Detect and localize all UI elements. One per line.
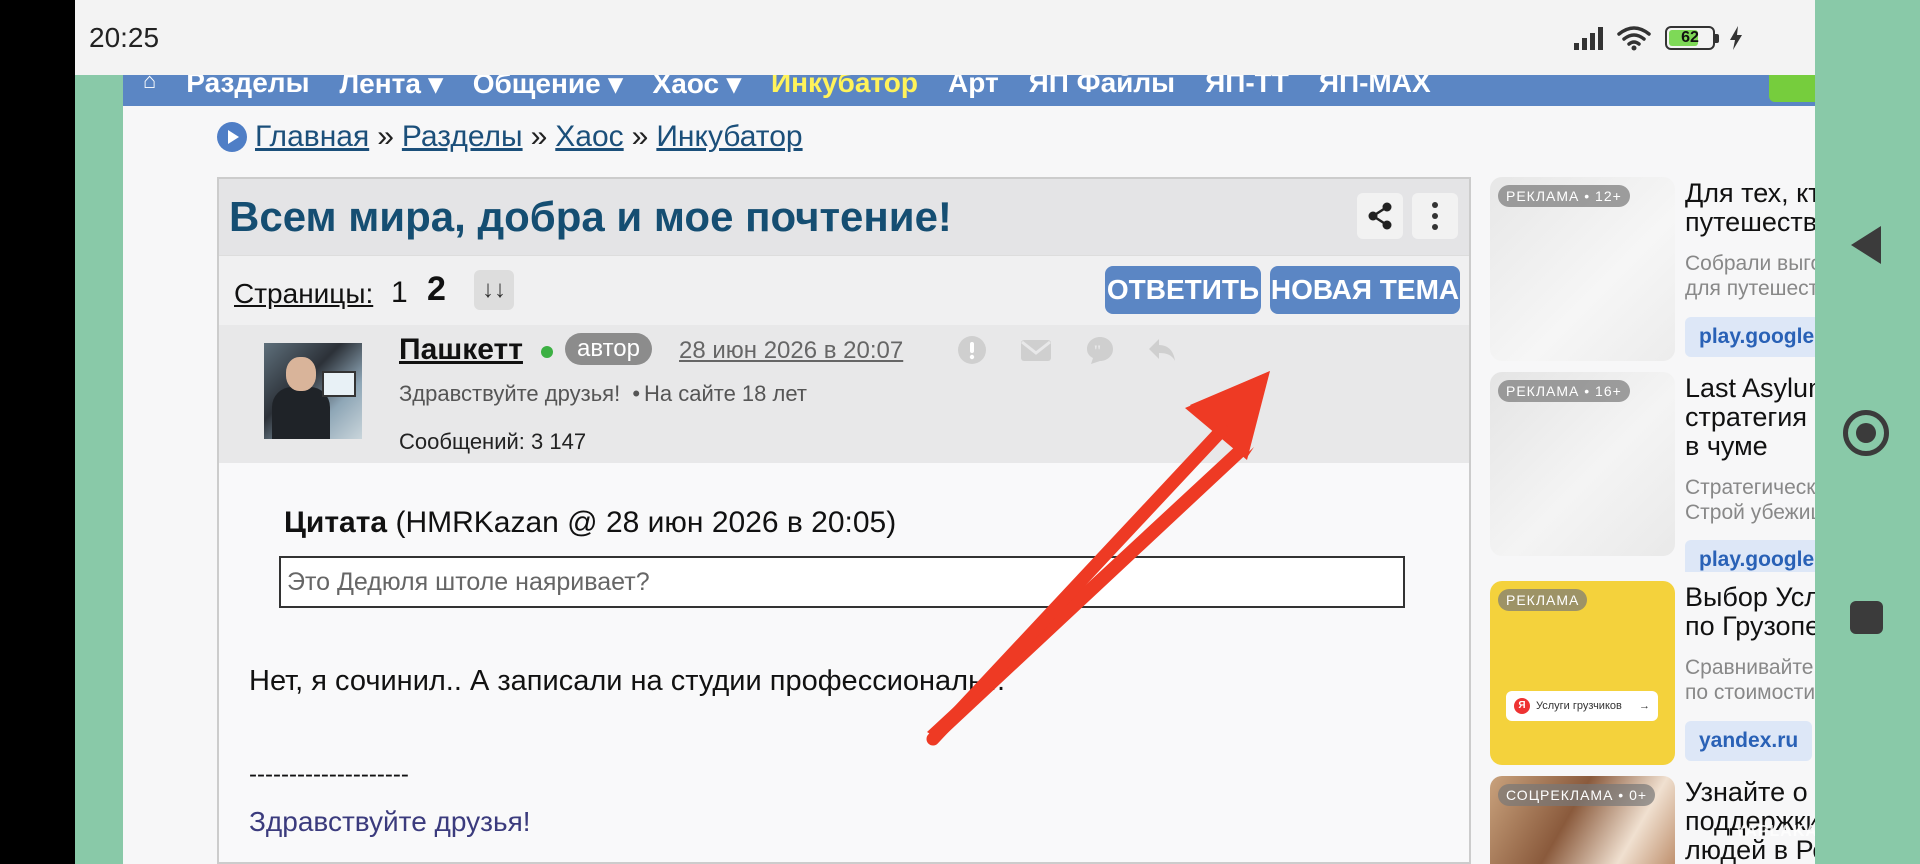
ad-image: РЕКЛАМА • 16+ [1490, 372, 1675, 556]
quote-source: (HMRKazan @ 28 июн 2026 в 20:05) [387, 506, 897, 539]
signal-icon [1574, 26, 1603, 50]
watermark: YAPLAKAL.COM [1735, 823, 1815, 840]
online-status-icon [541, 346, 553, 358]
battery-level: 62 [1681, 29, 1699, 46]
play-circle-icon [217, 122, 247, 152]
ad-card[interactable]: РЕКЛАМА • 12+ Для тех, кто жипутешествия… [1490, 177, 1815, 361]
new-topic-button[interactable]: НОВАЯ ТЕМА [1270, 266, 1460, 314]
page-link-1[interactable]: 1 [391, 276, 408, 310]
ad-description: Стратегическая играСтрой убежища, рас [1685, 476, 1815, 524]
ad-card[interactable]: РЕКЛАМА Я Услуги грузчиков → Выбор Услуг… [1490, 581, 1815, 767]
back-icon[interactable] [1851, 226, 1881, 264]
author-message-count: Сообщений: 3 147 [399, 429, 587, 454]
post-body: Нет, я сочинил.. А записали на студии пр… [249, 665, 1006, 697]
more-vertical-icon [1432, 202, 1438, 230]
ad-card[interactable]: СОЦРЕКЛАМА • 0+ Узнайте о мераподдержки … [1490, 776, 1815, 864]
status-bar: 20:25 62 [75, 0, 1815, 75]
share-button[interactable] [1357, 193, 1403, 239]
avatar[interactable] [264, 343, 362, 439]
system-nav-bar [1815, 0, 1920, 864]
svg-text:": " [1093, 343, 1102, 360]
ad-inline-card: Я Услуги грузчиков → [1506, 691, 1658, 721]
ad-title: Выбор Услугпо Грузоперево [1685, 582, 1815, 641]
ad-card[interactable]: РЕКЛАМА • 16+ Last Asylum: Plaстратегия … [1490, 372, 1815, 572]
wifi-icon [1617, 26, 1651, 51]
ad-domain[interactable]: play.google.com [1685, 317, 1815, 357]
signature-separator: -------------------- [249, 761, 409, 788]
breadcrumb-separator: » [530, 120, 548, 153]
mail-icon[interactable] [1019, 335, 1053, 365]
charging-icon [1730, 26, 1742, 50]
yandex-logo-icon: Я [1514, 698, 1530, 714]
ad-badge: РЕКЛАМА [1498, 589, 1588, 611]
ad-badge: СОЦРЕКЛАМА • 0+ [1498, 784, 1656, 806]
breadcrumb-chaos[interactable]: Хаос [555, 120, 623, 154]
left-bezel [0, 0, 75, 864]
report-icon[interactable] [957, 335, 987, 365]
share-icon [1368, 202, 1392, 230]
battery-icon: 62 [1665, 26, 1719, 50]
quote-label: Цитата [284, 506, 388, 539]
post-signature: Здравствуйте друзья! [249, 806, 531, 837]
reply-button[interactable]: ОТВЕТИТЬ [1105, 266, 1261, 314]
quote-icon[interactable]: " [1085, 335, 1115, 365]
reply-arrow-icon[interactable] [1147, 335, 1177, 365]
sort-button[interactable]: ↓↓ [474, 270, 514, 310]
ad-title: Для тех, кто жипутешествиями [1685, 178, 1815, 237]
post-header: Пашкетт автор 28 июн 2026 в 20:07 " Здра… [219, 325, 1469, 463]
home-circle-icon[interactable] [1843, 410, 1889, 456]
topic-post: Всем мира, добра и мое почтение! Страниц… [217, 177, 1471, 864]
breadcrumb-incubator[interactable]: Инкубатор [656, 120, 802, 154]
ad-image: СОЦРЕКЛАМА • 0+ [1490, 776, 1675, 864]
pages-label: Страницы: [234, 278, 374, 309]
ad-image: РЕКЛАМА Я Услуги грузчиков → [1490, 581, 1675, 765]
breadcrumb-separator: » [631, 120, 649, 153]
ad-description: Сравнивайте предлопо стоимости, рейти [1685, 656, 1815, 704]
quote-header: Цитата (HMRKazan @ 28 июн 2026 в 20:05) [284, 506, 896, 540]
post-date-link[interactable]: 28 июн 2026 в 20:07 [679, 337, 903, 365]
page-current-2: 2 [427, 270, 446, 308]
status-time: 20:25 [89, 22, 160, 53]
topic-title-bar: Всем мира, добра и мое почтение! [219, 179, 1469, 255]
breadcrumb: Главная » Разделы » Хаос » Инкубатор [217, 120, 803, 154]
quote-box: Это Дедюля штоле наяривает? [279, 556, 1405, 608]
ad-badge: РЕКЛАМА • 12+ [1498, 185, 1630, 207]
recent-apps-icon[interactable] [1850, 601, 1883, 634]
ad-badge: РЕКЛАМА • 16+ [1498, 380, 1630, 402]
ad-domain[interactable]: yandex.ru [1685, 721, 1813, 761]
more-button[interactable] [1412, 193, 1458, 239]
breadcrumb-separator: » [377, 120, 394, 153]
ad-title: Last Asylum: Plaстратегия выжв чуме [1685, 373, 1815, 461]
author-signature-short: Здравствуйте друзья! • [399, 381, 641, 406]
status-icons: 62 [1574, 24, 1743, 52]
pagination-bar: Страницы: 1 2 ↓↓ ОТВЕТИТЬ НОВАЯ ТЕМА [219, 255, 1469, 325]
breadcrumb-home[interactable]: Главная [255, 120, 369, 154]
ad-title: Узнайте о мераподдержки моллюдей в Росси [1685, 777, 1815, 864]
author-membership: На сайте 18 лет [644, 381, 807, 406]
author-name[interactable]: Пашкетт [399, 333, 523, 367]
breadcrumb-sections[interactable]: Разделы [402, 120, 523, 154]
topic-title: Всем мира, добра и мое почтение! [229, 193, 952, 240]
author-badge: автор [565, 333, 652, 365]
ad-domain[interactable]: play.google.com [1685, 540, 1815, 572]
ad-image: РЕКЛАМА • 12+ [1490, 177, 1675, 361]
phone-screen: ⌂ Разделы Лента ▾ Общение ▾ Хаос ▾ Инкуб… [75, 0, 1815, 864]
ad-description: Собрали выгодные вдля путешествий. Ус [1685, 252, 1815, 300]
